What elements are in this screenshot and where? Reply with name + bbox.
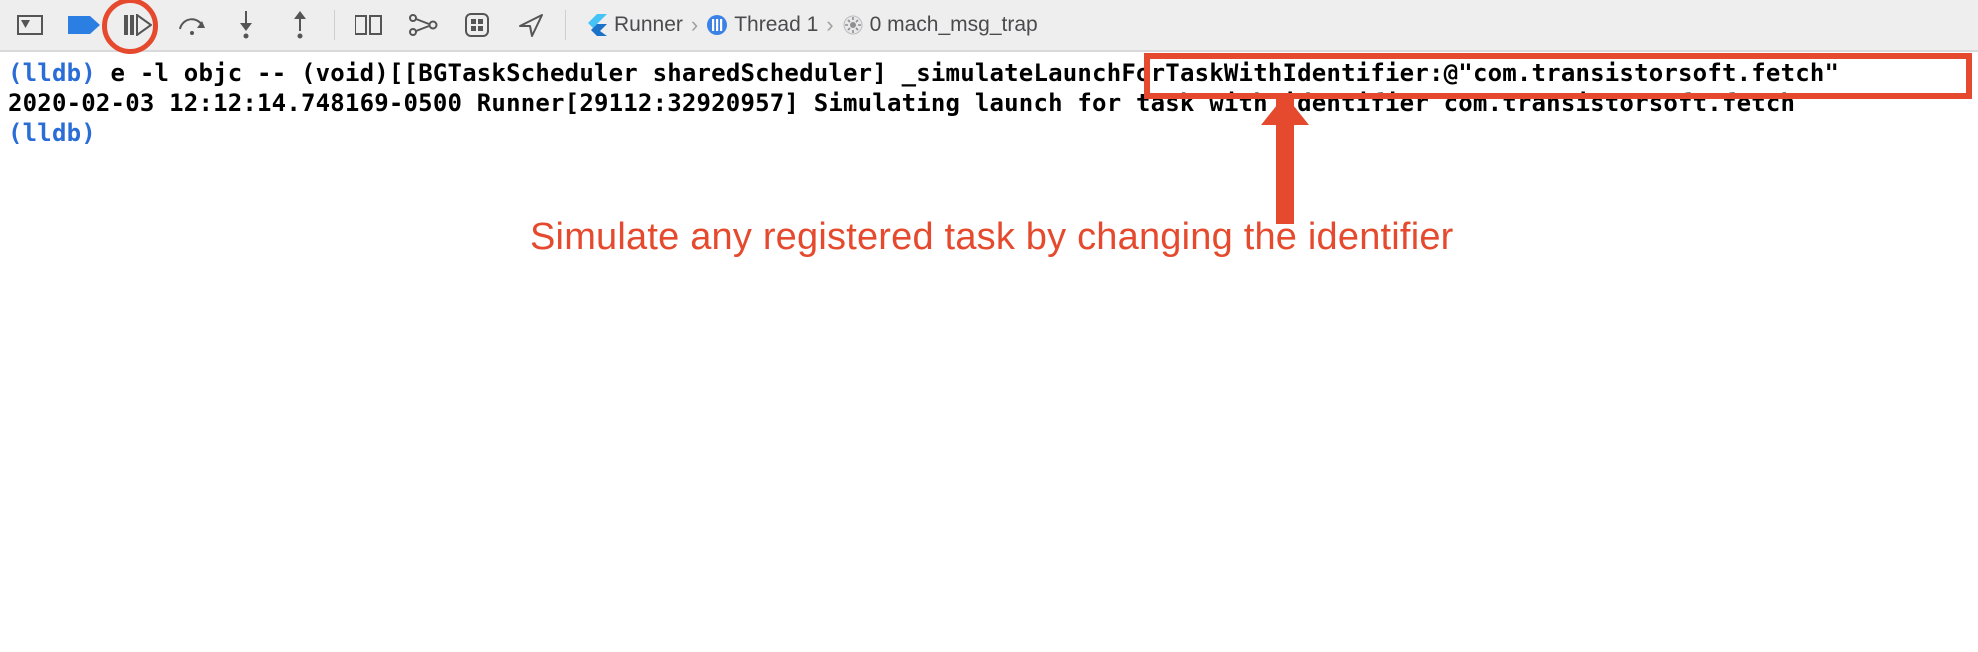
view-debug-icon[interactable] <box>353 9 385 41</box>
simulate-location-icon[interactable] <box>515 9 547 41</box>
debug-toolbar: Runner › Thread 1 › 0 mach_msg_trap <box>0 0 1978 52</box>
console-toggle-icon[interactable] <box>14 9 46 41</box>
console-command-post: " <box>1825 59 1840 87</box>
console-command-identifier: com.transistorsoft.fetch <box>1473 59 1825 87</box>
console-line: (lldb) <box>8 118 1970 148</box>
crumb-frame[interactable]: 0 mach_msg_trap <box>842 13 1038 37</box>
step-into-icon[interactable] <box>230 9 262 41</box>
console-log-line: 2020-02-03 12:12:14.748169-0500 Runner[2… <box>8 88 1970 118</box>
crumb-label: Runner <box>614 13 683 37</box>
chevron-right-icon: › <box>826 12 833 38</box>
thread-icon <box>706 14 728 36</box>
chevron-right-icon: › <box>691 12 698 38</box>
lldb-prompt: (lldb) <box>8 59 96 87</box>
toolbar-divider <box>565 10 566 40</box>
crumb-runner[interactable]: Runner <box>586 13 683 37</box>
annotation-text: Simulate any registered task by changing… <box>530 216 1454 259</box>
environment-overrides-icon[interactable] <box>461 9 493 41</box>
breakpoint-icon[interactable] <box>68 9 100 41</box>
flutter-icon <box>586 14 608 36</box>
toolbar-divider <box>334 10 335 40</box>
crumb-thread[interactable]: Thread 1 <box>706 13 818 37</box>
lldb-console[interactable]: (lldb) e -l objc -- (void)[[BGTaskSchedu… <box>0 52 1978 154</box>
console-line: (lldb) e -l objc -- (void)[[BGTaskSchedu… <box>8 58 1970 88</box>
annotation-arrow <box>1276 98 1294 224</box>
lldb-prompt: (lldb) <box>8 119 96 147</box>
step-out-icon[interactable] <box>284 9 316 41</box>
frame-icon <box>842 14 864 36</box>
breadcrumb: Runner › Thread 1 › 0 mach_msg_trap <box>586 12 1038 38</box>
step-over-icon[interactable] <box>176 9 208 41</box>
crumb-label: Thread 1 <box>734 13 818 37</box>
continue-icon[interactable] <box>122 9 154 41</box>
crumb-label: 0 mach_msg_trap <box>870 13 1038 37</box>
memory-graph-icon[interactable] <box>407 9 439 41</box>
console-command-pre: e -l objc -- (void)[[BGTaskScheduler sha… <box>96 59 1473 87</box>
